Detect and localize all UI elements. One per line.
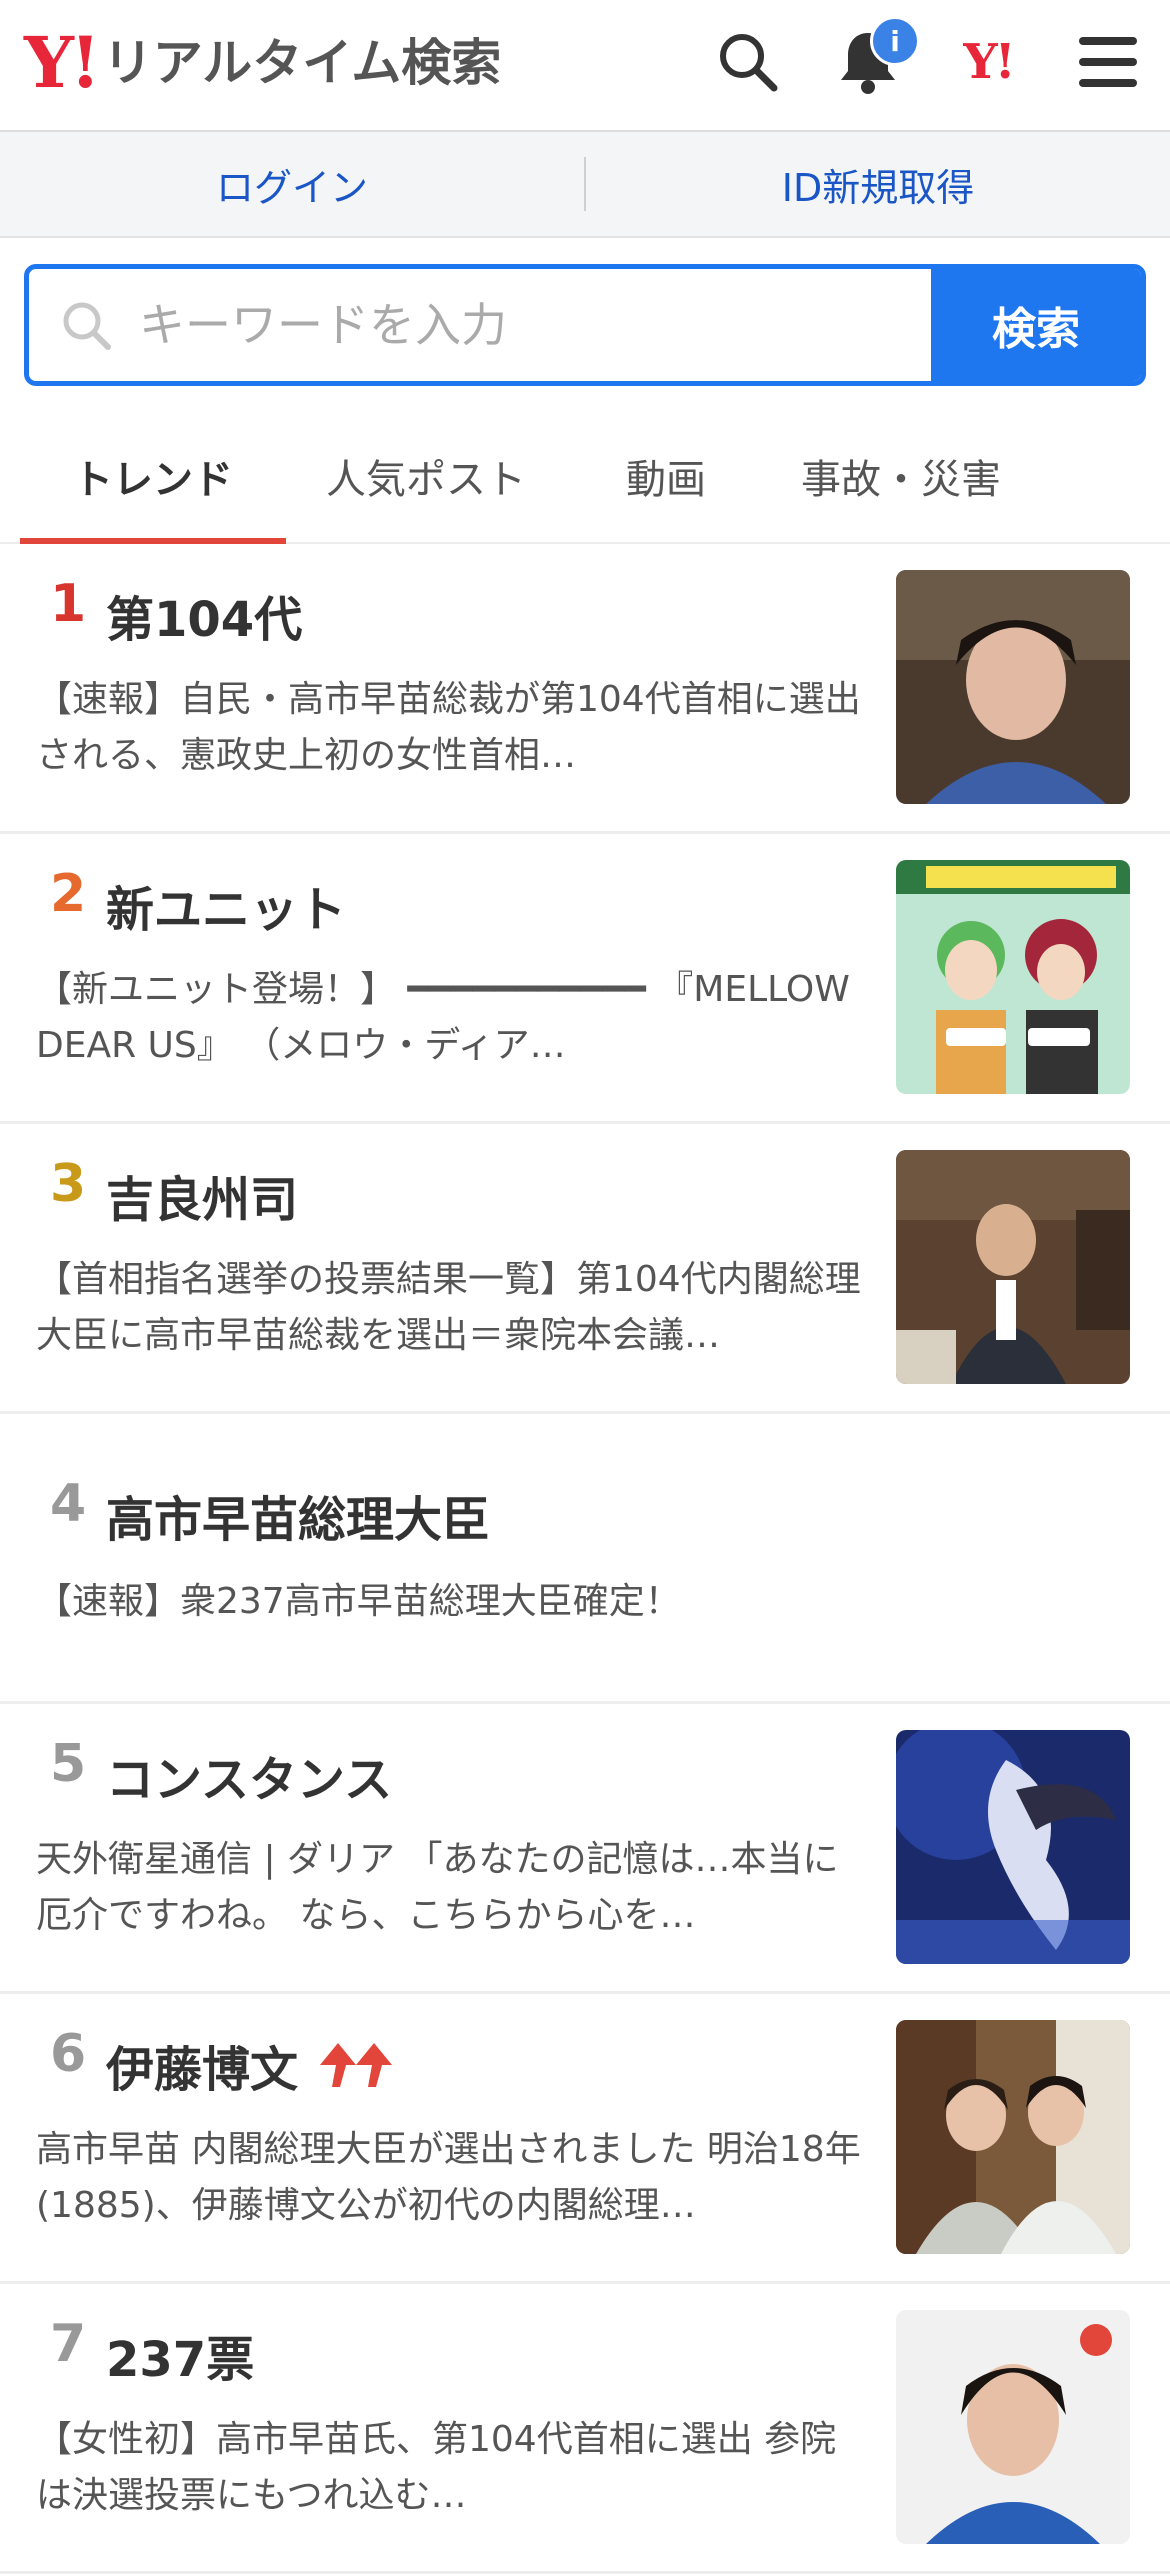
trend-thumbnail: [896, 1150, 1130, 1384]
trend-item[interactable]: 7 237票 【女性初】高市早苗氏、第104代首相に選出 参院は決選投票にもつれ…: [0, 2284, 1170, 2574]
trend-title: 伊藤博文: [106, 2030, 398, 2100]
trend-thumbnail: [896, 860, 1130, 1094]
search-field: [29, 269, 931, 381]
trend-item[interactable]: 4 高市早苗総理大臣 【速報】衆237高市早苗総理大臣確定！: [0, 1414, 1170, 1704]
hamburger-menu-icon[interactable]: [1074, 28, 1142, 96]
trend-item[interactable]: 5 コンスタンス 天外衛星通信 | ダリア 「あなたの記憶は…本当に厄介ですわね…: [0, 1704, 1170, 1994]
account-bar: ログイン ID新規取得: [0, 132, 1170, 238]
rank-number: 2: [50, 864, 87, 924]
trend-description: 【新ユニット登場！】 ━━━━━━━━━━━ 『MELLOW DEAR US』 …: [36, 969, 850, 1066]
trend-item[interactable]: 6 伊藤博文 高市早苗 内閣総理大臣が選出されました 明治18年(1885)、伊…: [0, 1994, 1170, 2284]
login-link[interactable]: ログイン: [0, 157, 584, 212]
trend-description: 天外衛星通信 | ダリア 「あなたの記憶は…本当に厄介ですわね。 なら、こちらか…: [36, 1839, 839, 1936]
rank-number: 6: [50, 2024, 87, 2084]
search-button[interactable]: 検索: [931, 269, 1141, 381]
signup-link[interactable]: ID新規取得: [586, 157, 1170, 212]
rising-arrows-icon: [316, 2041, 398, 2089]
tab-videos[interactable]: 動画: [566, 410, 766, 542]
trend-title: コンスタンス: [106, 1752, 393, 1808]
app-header: Y! リアルタイム検索 i Y!: [0, 0, 1170, 132]
tab-popular-posts[interactable]: 人気ポスト: [286, 410, 566, 542]
tab-trend[interactable]: トレンド: [20, 410, 286, 544]
trend-item[interactable]: 1 第104代 【速報】自民・高市早苗総裁が第104代首相に選出される、憲政史上…: [0, 544, 1170, 834]
rank-number: 7: [50, 2314, 87, 2374]
notification-badge: i: [870, 16, 920, 66]
trend-description: 【速報】自民・高市早苗総裁が第104代首相に選出される、憲政史上初の女性首相…: [36, 679, 861, 776]
rank-number: 1: [50, 574, 87, 634]
trend-description: 【速報】衆237高市早苗総理大臣確定！: [36, 1581, 681, 1622]
trend-thumbnail: [896, 570, 1130, 804]
trend-thumbnail: [896, 2310, 1130, 2544]
logo-text: リアルタイム検索: [102, 34, 502, 92]
rank-number: 5: [50, 1734, 87, 1794]
search-field-icon: [63, 302, 111, 350]
trend-description: 【女性初】高市早苗氏、第104代首相に選出 参院は決選投票にもつれ込む…: [36, 2419, 837, 2516]
search-bar: 検索: [24, 264, 1146, 386]
yahoo-realtime-logo[interactable]: Y! リアルタイム検索: [24, 28, 501, 98]
rank-number: 3: [50, 1154, 87, 1214]
trend-description: 高市早苗 内閣総理大臣が選出されました 明治18年(1885)、伊藤博文公が初代…: [36, 2129, 861, 2226]
trend-thumbnail: [896, 1730, 1130, 1964]
trend-title: 新ユニット: [106, 882, 347, 938]
trend-title: 237票: [106, 2332, 255, 2388]
category-tabs: トレンド 人気ポスト 動画 事故・災害: [0, 410, 1170, 544]
trend-title: 吉良州司: [106, 1172, 299, 1228]
yahoo-mark: Y!: [963, 34, 1015, 90]
logo-mark: Y!: [24, 21, 101, 104]
search-icon[interactable]: [714, 28, 782, 96]
search-input[interactable]: [137, 297, 841, 353]
trend-title: 第104代: [106, 592, 303, 648]
trend-description: 【首相指名選挙の投票結果一覧】第104代内閣総理大臣に高市早苗総裁を選出＝衆院本…: [36, 1259, 861, 1356]
trend-list: 1 第104代 【速報】自民・高市早苗総裁が第104代首相に選出される、憲政史上…: [0, 544, 1170, 2574]
trend-item[interactable]: 2 新ユニット 【新ユニット登場！】 ━━━━━━━━━━━ 『MELLOW D…: [0, 834, 1170, 1124]
rank-number: 4: [50, 1474, 87, 1534]
tab-accidents-disasters[interactable]: 事故・災害: [766, 410, 1036, 542]
notification-bell-icon[interactable]: i: [834, 16, 920, 96]
yahoo-menu-icon[interactable]: Y!: [954, 28, 1022, 96]
trend-thumbnail: [896, 2020, 1130, 2254]
trend-title: 高市早苗総理大臣: [106, 1492, 491, 1548]
trend-item[interactable]: 3 吉良州司 【首相指名選挙の投票結果一覧】第104代内閣総理大臣に高市早苗総裁…: [0, 1124, 1170, 1414]
header-actions: i Y!: [714, 16, 1142, 96]
trend-title-text: 伊藤博文: [106, 2042, 299, 2098]
